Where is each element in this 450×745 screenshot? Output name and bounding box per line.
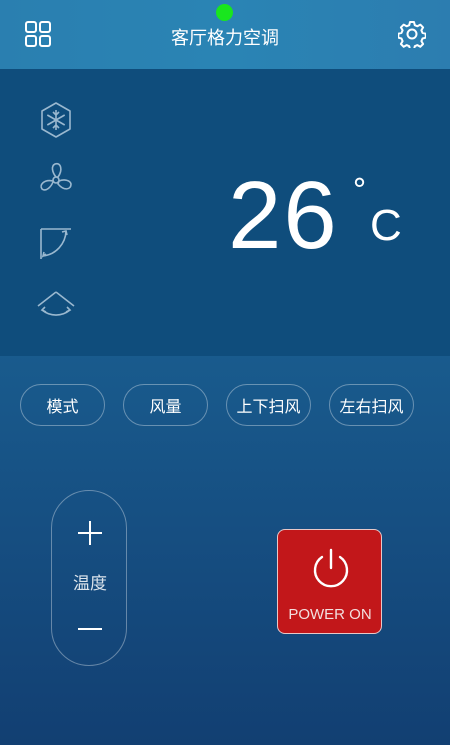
page-title: 客厅格力空调: [171, 28, 279, 49]
degree-symbol: °: [352, 176, 367, 208]
vertical-swing-button[interactable]: 上下扫风: [226, 384, 311, 426]
vertical-swing-icon: [40, 228, 71, 259]
power-label: POWER ON: [288, 606, 372, 623]
temperature-unit: ° C: [352, 176, 402, 246]
temperature-increase-button[interactable]: [76, 519, 104, 547]
celsius-letter: C: [370, 201, 402, 246]
fan-icon: [40, 162, 72, 191]
snowflake-icon: [41, 102, 71, 138]
power-icon: [313, 548, 349, 588]
temperature-control: 温度: [51, 490, 127, 666]
connection-status-dot: [216, 4, 233, 21]
gear-icon: [397, 21, 427, 51]
power-button[interactable]: POWER ON: [277, 529, 382, 634]
mode-button[interactable]: 模式: [20, 384, 105, 426]
function-buttons: 模式 风量 上下扫风 左右扫风: [0, 384, 450, 426]
plus-icon: [78, 521, 102, 545]
horizontal-swing-icon: [37, 291, 75, 316]
settings-button[interactable]: [397, 20, 427, 51]
temperature-label: 温度: [73, 574, 107, 594]
minus-icon: [78, 628, 102, 630]
horizontal-swing-button[interactable]: 左右扫风: [329, 384, 414, 426]
temperature-value: 26: [228, 162, 339, 269]
temperature-decrease-button[interactable]: [76, 615, 104, 643]
fan-speed-button[interactable]: 风量: [123, 384, 208, 426]
